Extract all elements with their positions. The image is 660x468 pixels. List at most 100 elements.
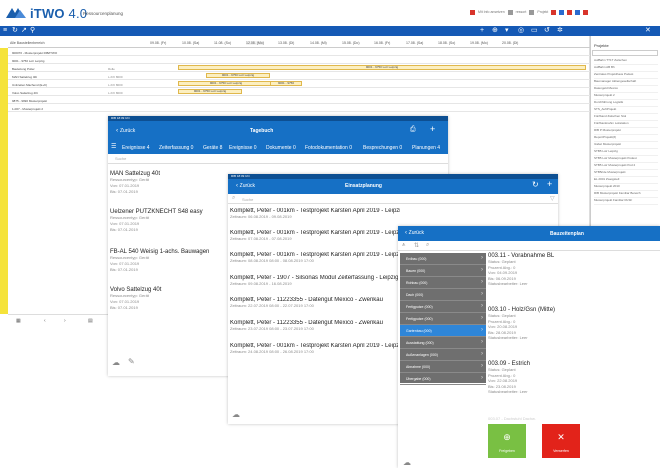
cloud-icon[interactable]: ☁ [232, 410, 240, 419]
sidebar-item[interactable]: RIB P Musterprojekt [594, 128, 658, 135]
grid-icon[interactable]: ▦ [16, 318, 21, 324]
sidebar-item[interactable]: STB5ride Musterprojekt [594, 170, 658, 177]
list-item[interactable]: FB-AL 540 Weisig 1-achs. Bauwagen Ressou… [110, 249, 230, 273]
gantt-bar[interactable]: 9001 - 9750 [270, 81, 302, 86]
phase-item[interactable]: Erdbau (000) › [400, 253, 486, 265]
alert-icon[interactable] [470, 9, 475, 15]
sidebar-item[interactable]: Musterprojekt 2 [594, 93, 658, 100]
planner-row[interactable]: Volvo Sattelzug 40t L-Kfz 8000 [8, 89, 590, 96]
discard-button[interactable]: ✕ Verwerfen [542, 424, 580, 458]
phase-item[interactable]: Bauen (000) › [400, 265, 486, 277]
sort-icon[interactable]: ⇅ [414, 242, 419, 249]
sidebar-item[interactable]: EL 2001 Zweigstell [594, 177, 658, 184]
filter-icon[interactable]: ▽ [550, 195, 555, 202]
gantt-bar[interactable]: 9001 - 9750 Lotr Leipzig [206, 73, 270, 78]
gantt-bar[interactable]: 9001 - 9750 Lotr Leipzig [178, 81, 274, 86]
close-icon[interactable]: ✕ [645, 27, 651, 35]
gantt-bar[interactable]: 9001 - 9750 Lotr Leipzig [178, 89, 242, 94]
notification-icon[interactable] [567, 9, 573, 15]
search-icon[interactable]: ⌕ [426, 242, 429, 249]
add-icon[interactable]: + [480, 27, 484, 35]
sidebar-item[interactable]: AufBahn TT1T Zwischen [594, 58, 658, 65]
tagebuch-filter[interactable]: Suche [108, 154, 448, 164]
expand-icon[interactable]: ↗ [21, 27, 27, 35]
ressort-link[interactable]: ressort [516, 10, 527, 14]
print-icon[interactable]: ▭ [531, 27, 538, 35]
sync-icon[interactable]: ↺ [544, 27, 550, 35]
phase-item[interactable]: Außenanlagen (000) › [400, 349, 486, 361]
tab-fotodokumentation[interactable]: Fotodokumentation 0 [305, 145, 352, 151]
prev-icon[interactable]: ‹ [44, 318, 46, 324]
task-detail[interactable]: 003.10 - Holz/Gsn (Mitte) Status: Geplan… [488, 307, 598, 341]
list-item[interactable]: Komplett, Peter - 001km - Testprojekt Ka… [230, 343, 400, 355]
next-icon[interactable]: › [64, 318, 66, 324]
edit-icon[interactable]: ✎ [128, 357, 135, 366]
help-icon[interactable] [575, 9, 581, 15]
calendar-icon[interactable]: ▤ [88, 318, 93, 324]
back-button[interactable]: ‹ Zurück [405, 230, 424, 236]
list-item[interactable]: Komplett, Peter - 11223355 - Datengut Me… [230, 320, 400, 332]
list-item[interactable]: MAN Sattelzug 40t Ressourcentyp: Gerät V… [110, 171, 230, 195]
add-icon[interactable]: + [547, 179, 552, 189]
save-icon[interactable]: ⎙ [410, 126, 416, 134]
planner-row[interactable]: 9875 - 9990 Musterprojekt [8, 97, 590, 104]
tab-zeiterfassung[interactable]: Zeiterfassung 0 [159, 145, 193, 151]
sidebar-item[interactable]: STS_AuftProjekt [594, 107, 658, 114]
list-icon[interactable]: ☰ [111, 143, 116, 150]
list-item[interactable]: Volvo Sattelzug 40t Ressourcentyp: Gerät… [110, 287, 230, 311]
menu-icon[interactable]: ≡ [3, 27, 7, 35]
list-item[interactable]: Komplett, Peter - 001km - Testprojekt Ka… [230, 230, 400, 242]
sidebar-item[interactable]: AufBahn AB Bh [594, 65, 658, 72]
sidebar-item[interactable]: Baumanager Aktiengesellschaft [594, 79, 658, 86]
filter-icon[interactable]: ⚲ [30, 27, 35, 35]
refresh-icon[interactable]: ↻ [12, 27, 18, 35]
zoom-in-icon[interactable]: ⊕ [492, 27, 498, 35]
sidebar-item[interactable]: ReportProjekt(#) [594, 135, 658, 142]
sidebar-item[interactable]: Fünfbanknahm Lokstation [594, 121, 658, 128]
tab-ereignisse[interactable]: Ereignisse 4 [122, 145, 150, 151]
list-item[interactable]: Komplett, Peter - 001km - Testprojekt Ka… [230, 208, 400, 220]
tab-dokumente[interactable]: Dokumente 0 [266, 145, 296, 151]
list-item[interactable]: Uelzener PUTZKNECHT S48 easy Ressourcent… [110, 209, 230, 233]
back-button[interactable]: ‹ Zurück [236, 183, 255, 189]
tab-ereignisse-2[interactable]: Ereignisse 0 [229, 145, 257, 151]
project-icon[interactable] [529, 9, 535, 15]
sidebar-item[interactable]: Musterprojekt 2010 [594, 184, 658, 191]
sidebar-item[interactable]: STB5 Lotr Musterprojekt Pod 2 [594, 163, 658, 170]
tab-planungen[interactable]: Planungen 4 [412, 145, 440, 151]
sidebar-item[interactable]: Durchführung Logistik [594, 100, 658, 107]
sidebar-item[interactable]: Fünfband Zwischen Stol [594, 114, 658, 121]
planner-row[interactable]: 9001 - 9750 Lotr Leipzig [8, 57, 590, 64]
list-item[interactable]: Komplett, Peter - 001km - Testprojekt Ka… [230, 252, 400, 264]
add-icon[interactable]: + [430, 124, 435, 134]
sidebar-item[interactable]: Datengeld Mexico [594, 86, 658, 93]
funnel-icon[interactable]: ▾ [505, 27, 509, 35]
user-icon[interactable] [507, 9, 513, 15]
task-detail[interactable]: 003.11 - Vorabnahme BL Status: Geplant P… [488, 253, 598, 287]
tree-icon[interactable]: ⩚ [402, 242, 405, 249]
phase-item[interactable]: Abnahme (000) › [400, 361, 486, 373]
phase-item[interactable]: Fertigputze (000) › [400, 301, 486, 313]
sidebar-item[interactable]: Izabel Musterprojekt [594, 142, 658, 149]
back-button[interactable]: ‹ Zurück [116, 127, 135, 134]
task-detail[interactable]: 003.09 - Estrich Status: Geplant Prozent… [488, 361, 598, 395]
phase-item[interactable]: Dach (000) › [400, 289, 486, 301]
target-icon[interactable]: ◎ [518, 27, 524, 35]
settings-icon[interactable] [559, 9, 565, 15]
phase-item-selected[interactable]: Gartenbau (000) › [400, 325, 486, 337]
list-item[interactable]: Komplett, Peter - 1907 - Silsonas Modul … [230, 275, 400, 287]
sidebar-item[interactable]: Zentrales Projekthaus Podest [594, 72, 658, 79]
project-link[interactable]: Projekt [537, 10, 548, 14]
sidebar-item[interactable]: STB5 Lotr Leipzig [594, 149, 658, 156]
planner-row[interactable]: 1-007 - Musterprojekt 2 [8, 105, 590, 112]
planner-row[interactable]: MAN Sattelzug 40t L-Kfz 8000 [8, 73, 590, 80]
sidebar-item[interactable]: RIB Musterprojekt Familiar Bereich [594, 191, 658, 198]
sidebar-search-input[interactable] [592, 50, 658, 56]
planner-row[interactable]: 900070 - Musterprojekt RIB/iTWO [8, 49, 590, 56]
info-link[interactable]: Mit Info ansetzen [478, 10, 505, 14]
flag-icon[interactable] [551, 9, 557, 15]
list-item[interactable]: Komplett, Peter - 11223355 - Datengut Me… [230, 297, 400, 309]
sidebar-item[interactable]: STB5 Lotr Musterprojekt Podest [594, 156, 658, 163]
gantt-bar[interactable]: 9001 - 9750 Lotr Leipzig [178, 65, 586, 70]
cloud-icon[interactable]: ☁ [112, 358, 120, 367]
